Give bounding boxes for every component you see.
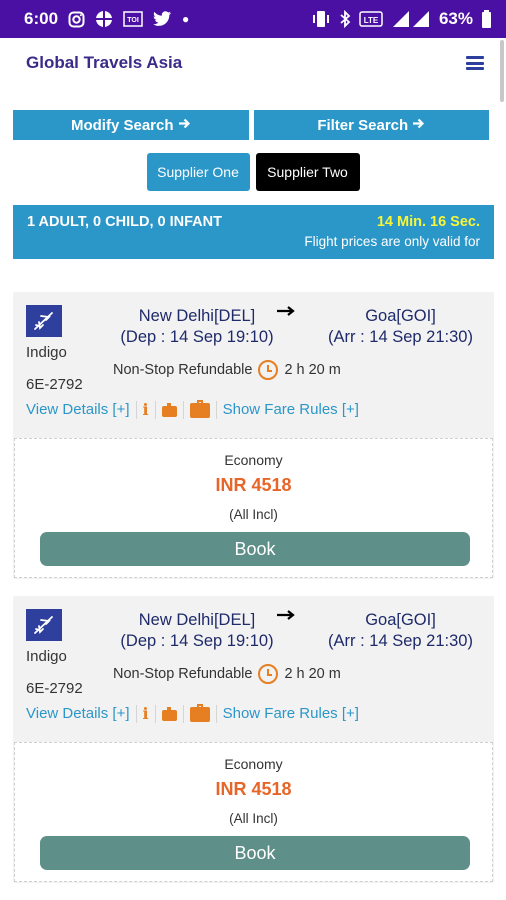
fare-price: INR 4518 (215, 475, 292, 495)
arrival-info: Goa[GOI] (Arr : 14 Sep 21:30) (318, 306, 483, 348)
route-arrow-icon (276, 608, 296, 626)
departure-info: New Delhi[DEL] (Dep : 14 Sep 19:10) (117, 306, 277, 348)
fare-rules-link[interactable]: Show Fare Rules [+] (223, 705, 359, 722)
filter-search-button[interactable]: Filter Search (253, 110, 489, 140)
price-timer: 14 Min. 16 Sec. (376, 214, 480, 230)
stops-label: Non-Stop (113, 362, 175, 378)
clock-icon (258, 360, 279, 380)
supplier-tabs: Supplier One Supplier Two (0, 153, 506, 191)
battery-percent: 63% (438, 9, 473, 28)
refund-label: Refundable (178, 362, 253, 378)
fare-rules-link[interactable]: Show Fare Rules [+] (223, 401, 359, 418)
toi-icon: TOI (123, 11, 143, 27)
arrival-time: (Arr : 14 Sep 21:30) (328, 632, 473, 650)
destination-city: Goa[GOI] (365, 611, 436, 629)
flight-card: Indigo 6E-2792 New Delhi[DEL] (Dep : 14 … (13, 596, 494, 883)
fare-inclusion: (All Incl) (229, 507, 278, 522)
view-details-link[interactable]: View Details [+] (26, 401, 130, 418)
validity-note: Flight prices are only valid for (304, 234, 480, 249)
destination-city: Goa[GOI] (365, 307, 436, 325)
vibrate-icon (311, 10, 331, 28)
departure-time: (Dep : 14 Sep 19:10) (120, 632, 274, 650)
lte-icon: LTE (359, 10, 383, 28)
route-arrow-icon (276, 304, 296, 322)
status-bar: 6:00 TOI ● LTE 63% (0, 0, 506, 38)
arrival-info: Goa[GOI] (Arr : 14 Sep 21:30) (318, 610, 483, 652)
flight-number: 6E-2792 (26, 376, 83, 393)
plane-icon (26, 305, 62, 337)
arrow-right-icon (412, 117, 425, 134)
fare-inclusion: (All Incl) (229, 811, 278, 826)
signal-icon (391, 10, 431, 28)
fare-box: Economy INR 4518 (All Incl) Book (14, 742, 493, 882)
menu-icon[interactable] (466, 56, 484, 70)
status-time: 6:00 (24, 9, 59, 28)
departure-info: New Delhi[DEL] (Dep : 14 Sep 19:10) (117, 610, 277, 652)
airline-name: Indigo (26, 344, 67, 361)
arrow-right-icon (178, 117, 191, 134)
clock-icon (258, 664, 279, 684)
view-details-link[interactable]: View Details [+] (26, 705, 130, 722)
fare-price: INR 4518 (215, 779, 292, 799)
app-title: Global Travels Asia (26, 53, 183, 72)
passenger-summary-bar: 1 ADULT, 0 CHILD, 0 INFANT 14 Min. 16 Se… (13, 205, 494, 259)
arrival-time: (Arr : 14 Sep 21:30) (328, 328, 473, 346)
flight-links: View Details [+] i Show Fare Rules [+] (26, 704, 359, 723)
svg-text:TOI: TOI (127, 17, 139, 24)
checkin-bag-icon[interactable] (189, 704, 210, 722)
notification-dot: ● (182, 12, 190, 26)
checkin-bag-icon[interactable] (189, 400, 210, 418)
bluetooth-icon (339, 10, 351, 28)
cabin-bag-icon[interactable] (161, 707, 177, 721)
departure-time: (Dep : 14 Sep 19:10) (120, 328, 274, 346)
duration-label: 2 h 20 m (284, 362, 341, 378)
instagram-icon (68, 11, 85, 28)
twitter-icon (153, 11, 172, 27)
flight-links: View Details [+] i Show Fare Rules [+] (26, 400, 359, 419)
cabin-bag-icon[interactable] (161, 403, 177, 417)
supplier-one-tab[interactable]: Supplier One (146, 153, 250, 191)
scrollbar[interactable] (500, 40, 504, 102)
cabin-class: Economy (224, 756, 283, 772)
book-button[interactable]: Book (40, 836, 470, 870)
origin-city: New Delhi[DEL] (138, 307, 256, 325)
flight-meta: Non-Stop Refundable 2 h 20 m (113, 664, 341, 684)
flight-number: 6E-2792 (26, 680, 83, 697)
modify-search-button[interactable]: Modify Search (13, 110, 249, 140)
search-buttons: Modify Search Filter Search (13, 110, 489, 140)
cabin-class: Economy (224, 452, 283, 468)
svg-text:LTE: LTE (364, 16, 379, 25)
app-bar: Global Travels Asia (0, 38, 506, 88)
book-button[interactable]: Book (40, 532, 470, 566)
filter-search-label: Filter Search (317, 116, 409, 134)
duration-label: 2 h 20 m (284, 666, 341, 682)
refund-label: Refundable (178, 666, 253, 682)
stops-label: Non-Stop (113, 666, 175, 682)
globe-icon (95, 10, 113, 28)
flight-meta: Non-Stop Refundable 2 h 20 m (113, 360, 341, 380)
fare-box: Economy INR 4518 (All Incl) Book (14, 438, 493, 578)
airline-name: Indigo (26, 648, 67, 665)
supplier-two-tab[interactable]: Supplier Two (255, 153, 360, 191)
info-icon[interactable]: i (143, 400, 149, 419)
origin-city: New Delhi[DEL] (138, 611, 256, 629)
battery-icon (481, 9, 492, 29)
flight-card: Indigo 6E-2792 New Delhi[DEL] (Dep : 14 … (13, 292, 494, 579)
plane-icon (26, 609, 62, 641)
info-icon[interactable]: i (143, 704, 149, 723)
modify-search-label: Modify Search (70, 116, 174, 134)
